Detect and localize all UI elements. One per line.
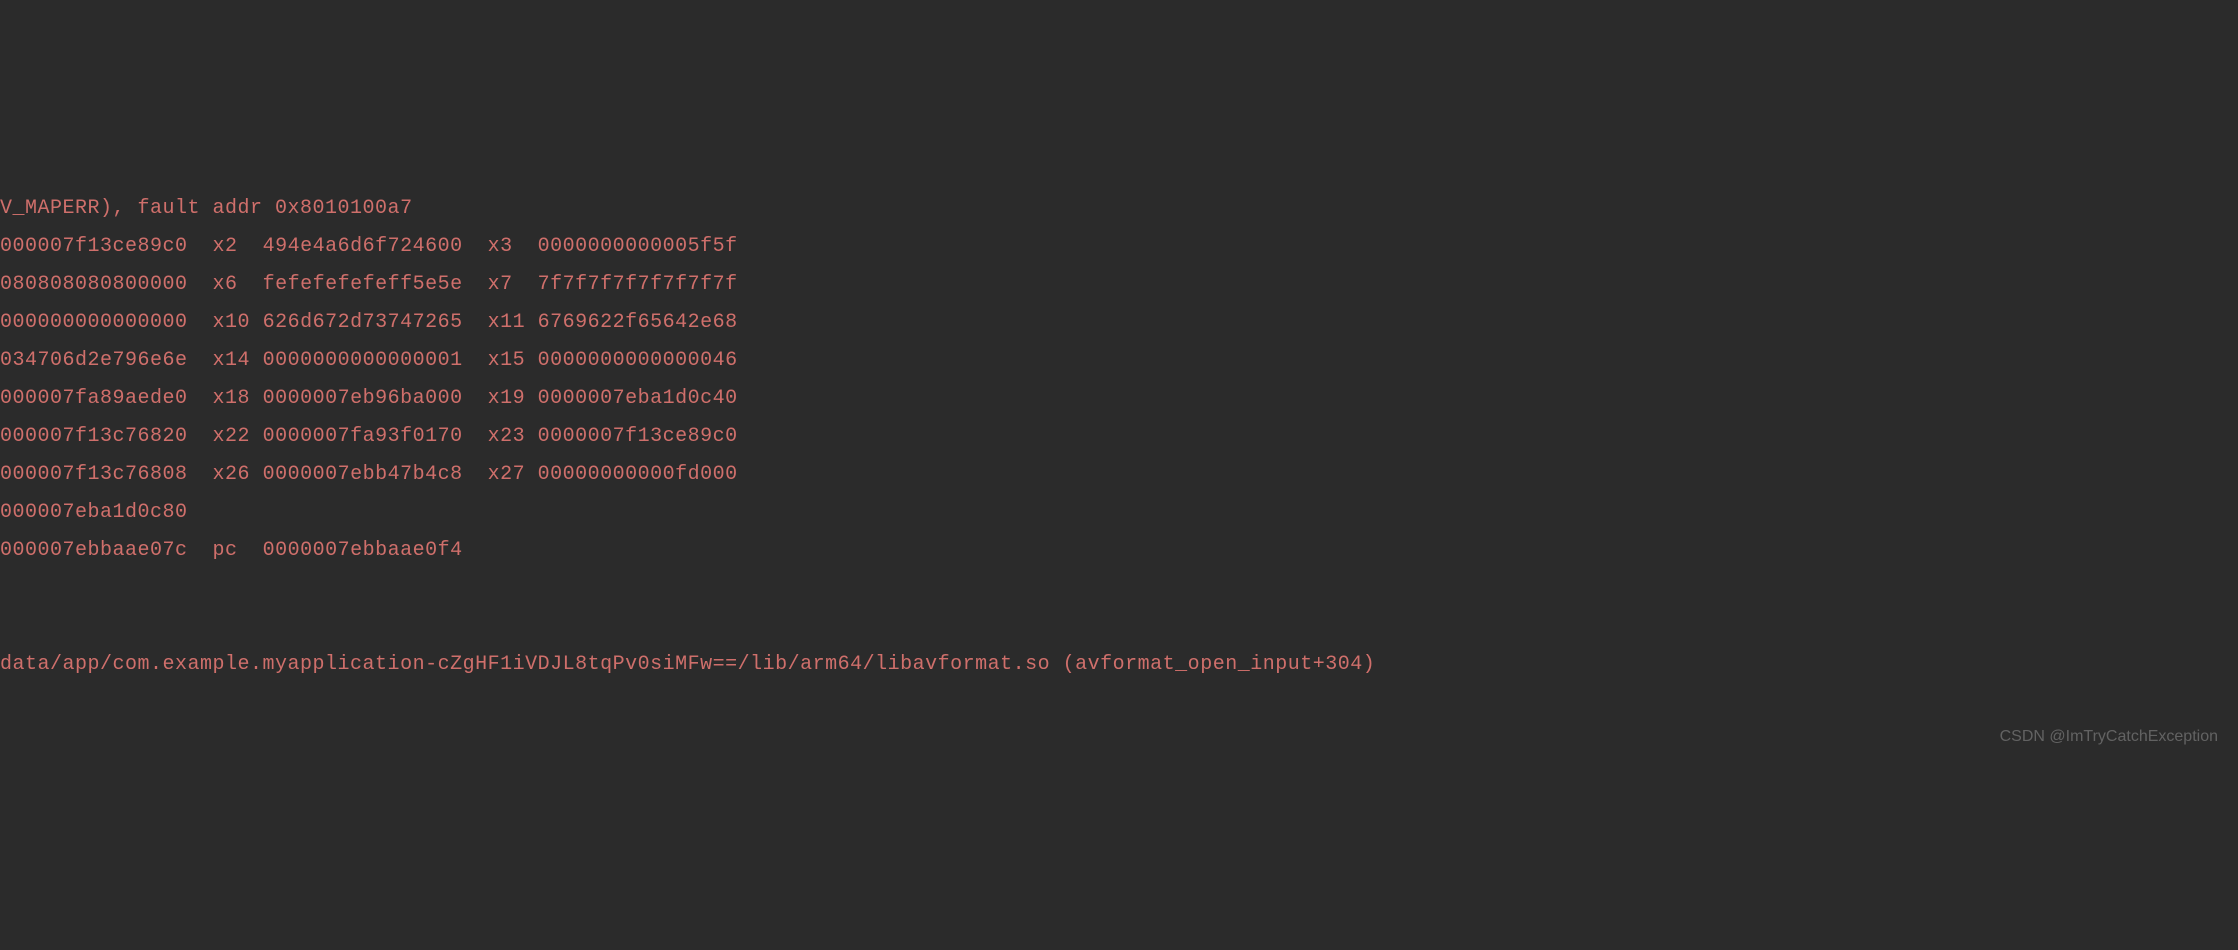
register-row: 000007f13c76820 x22 0000007fa93f0170 x23… bbox=[0, 418, 2238, 456]
empty-line bbox=[0, 608, 2238, 646]
register-row: 000007ebbaae07c pc 0000007ebbaae0f4 bbox=[0, 532, 2238, 570]
crash-log-output: V_MAPERR), fault addr 0x8010100a7000007f… bbox=[0, 152, 2238, 684]
empty-line bbox=[0, 570, 2238, 608]
register-row: 000007fa89aede0 x18 0000007eb96ba000 x19… bbox=[0, 380, 2238, 418]
register-row: 000007f13c76808 x26 0000007ebb47b4c8 x27… bbox=[0, 456, 2238, 494]
backtrace-line: data/app/com.example.myapplication-cZgHF… bbox=[0, 646, 2238, 684]
register-row: 000007eba1d0c80 bbox=[0, 494, 2238, 532]
register-row: 000007f13ce89c0 x2 494e4a6d6f724600 x3 0… bbox=[0, 228, 2238, 266]
signal-line: V_MAPERR), fault addr 0x8010100a7 bbox=[0, 190, 2238, 228]
register-row: 000000000000000 x10 626d672d73747265 x11… bbox=[0, 304, 2238, 342]
watermark: CSDN @ImTryCatchException bbox=[2000, 722, 2218, 752]
register-row: 034706d2e796e6e x14 0000000000000001 x15… bbox=[0, 342, 2238, 380]
register-row: 080808080800000 x6 fefefefefeff5e5e x7 7… bbox=[0, 266, 2238, 304]
